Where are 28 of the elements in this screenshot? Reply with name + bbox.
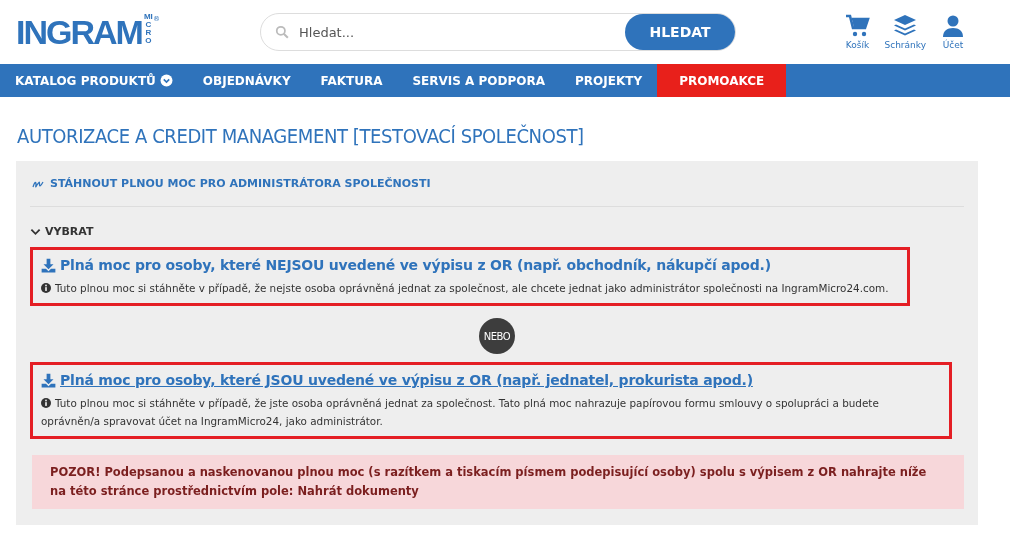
download-link[interactable]: Plná moc pro osoby, které JSOU uvedené ve výpisu z OR (např. jednatel, prokurista apod.) xyxy=(41,372,941,388)
page-title: AUTORIZACE A CREDIT MANAGEMENT [TESTOVACÍ SPOLEČNOST] xyxy=(17,124,585,148)
nav-item[interactable]: PROJEKTY xyxy=(560,64,658,97)
nav-item[interactable]: FAKTURA xyxy=(305,64,398,97)
warning-message: POZOR! Podepsanou a naskenovanou plnou moc (s razítkem a tiskacím písmem podepisující osoby) spolu s výpisem z OR nahrajte níže na této stránce prostřednictvím pole: Nahrát dokumenty xyxy=(32,455,964,509)
nav-item[interactable]: PROMOAKCE xyxy=(657,64,787,97)
nav-item[interactable]: OBJEDNÁVKY xyxy=(187,64,306,97)
cart-icon xyxy=(844,14,871,38)
chevron-circle-icon xyxy=(159,74,173,87)
info-text: Tuto plnou moc si stáhněte v případě, že jste osoba oprávněná jednat za společnost. Tato plná moc nahrazuje papírovou formu smlouvy o spolupráci a budete oprávněn/a spravovat účet na IngramMicro24, jako administrátor. xyxy=(41,396,880,429)
search-button[interactable]: HLEDAT xyxy=(625,14,735,50)
nav-item[interactable]: SERVIS A PODPORA xyxy=(397,64,561,97)
download-icon xyxy=(41,257,56,273)
layers-icon xyxy=(892,14,919,38)
section-toggle[interactable]: VYBRAT xyxy=(30,223,964,239)
nav-item[interactable]: KATALOG PRODUKTŮ xyxy=(0,64,188,97)
info-icon xyxy=(41,398,51,408)
or-separator: NEBO xyxy=(479,318,515,354)
header-action[interactable]: Účet xyxy=(940,14,966,50)
header-action[interactable]: Košík xyxy=(844,14,871,50)
header-action[interactable]: Schránky xyxy=(884,14,926,50)
search-icon xyxy=(275,25,289,39)
download-link[interactable]: Plná moc pro osoby, které NEJSOU uvedené ve výpisu z OR (např. obchodník, nákupčí apod.) xyxy=(41,257,899,273)
info-icon xyxy=(41,283,51,293)
user-icon xyxy=(940,14,966,38)
download-icon xyxy=(41,372,56,388)
download-admin-link[interactable]: STÁHNOUT PLNOU MOC PRO ADMINISTRÁTORA SPOLEČNOSTI xyxy=(30,161,964,207)
info-text: Tuto plnou moc si stáhněte v případě, že nejste osoba oprávněná jednat za společnost, ale chcete jednat jako administrátor společnosti na IngramMicro24.com. xyxy=(41,279,899,297)
